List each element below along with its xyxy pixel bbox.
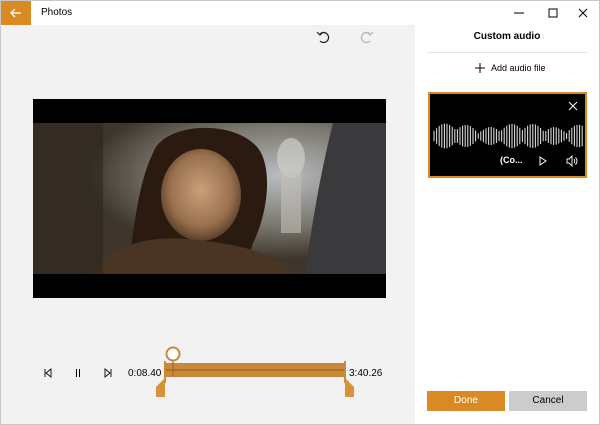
maximize-button[interactable] <box>537 1 569 25</box>
video-scene <box>33 123 386 274</box>
previous-frame-button[interactable] <box>41 366 55 380</box>
undo-button[interactable] <box>311 27 335 47</box>
waveform-graphic <box>433 123 583 149</box>
next-frame-icon <box>104 368 112 378</box>
playhead-handle[interactable] <box>165 346 181 362</box>
photos-window: Photos 0:08.40 3:40.26 Custom audio Add … <box>0 0 600 425</box>
minimize-icon <box>514 12 524 14</box>
panel-divider <box>427 52 587 53</box>
undo-icon <box>316 31 330 44</box>
redo-icon <box>360 31 374 44</box>
previous-frame-icon <box>44 368 52 378</box>
maximize-icon <box>548 8 558 18</box>
minimize-button[interactable] <box>503 1 535 25</box>
panel-title: Custom audio <box>473 31 541 42</box>
redo-button[interactable] <box>355 27 379 47</box>
plus-icon <box>475 63 485 73</box>
video-frame-image <box>33 123 386 274</box>
trim-end-handle[interactable] <box>345 379 354 397</box>
app-title: Photos <box>41 7 73 18</box>
next-frame-button[interactable] <box>101 366 115 380</box>
cancel-button[interactable]: Cancel <box>509 391 587 411</box>
pause-icon <box>76 369 80 377</box>
video-editor: 0:08.40 3:40.26 <box>1 25 415 424</box>
close-window-icon <box>578 8 588 18</box>
add-audio-label: Add audio file <box>491 63 546 73</box>
back-arrow-icon <box>10 8 21 18</box>
volume-icon[interactable] <box>566 155 578 167</box>
done-button[interactable]: Done <box>427 391 505 411</box>
title-bar: Photos <box>1 1 599 25</box>
trim-start-handle[interactable] <box>156 379 165 397</box>
custom-audio-panel: Custom audio Add audio file (Co... Done … <box>415 25 599 424</box>
close-window-button[interactable] <box>567 1 599 25</box>
video-preview[interactable] <box>33 99 386 298</box>
play-icon[interactable] <box>538 156 548 166</box>
close-icon[interactable] <box>567 100 579 112</box>
back-button[interactable] <box>1 1 31 25</box>
audio-clip-card[interactable]: (Co... <box>428 92 587 178</box>
trim-timeline[interactable] <box>155 343 357 401</box>
audio-clip-label: (Co... <box>500 155 523 165</box>
add-audio-file-button[interactable]: Add audio file <box>475 61 546 75</box>
pause-button[interactable] <box>71 366 85 380</box>
